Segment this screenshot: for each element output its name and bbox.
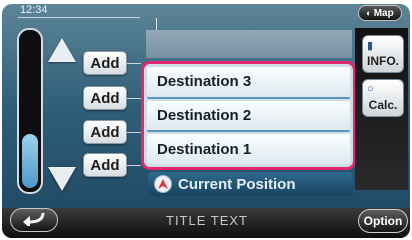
add-button-1[interactable]: Add [83,51,127,75]
map-icon: ◐ [366,8,372,18]
connector-line [127,63,141,64]
add-button-3[interactable]: Add [83,120,127,144]
calc-button[interactable]: ○ Calc. [362,79,404,117]
option-button[interactable]: Option [358,209,408,233]
current-position-button[interactable]: Current Position [148,172,353,196]
destination-row-3[interactable]: Destination 3 [147,67,350,99]
level-gauge [17,28,43,194]
calc-button-label: Calc. [368,98,398,112]
info-button-label: INFO. [367,54,399,68]
empty-list-row[interactable] [146,30,352,58]
add-button-4[interactable]: Add [83,153,127,177]
info-icon: ▮ [367,40,374,52]
status-time: 12:34 [20,4,48,16]
info-button[interactable]: ▮ INFO. [362,35,404,73]
add-button-2[interactable]: Add [83,86,127,110]
level-gauge-fill [22,134,38,188]
connector-line [127,132,141,133]
destination-list: Destination 3 Destination 2 Destination … [141,61,356,170]
title-text: TITLE TEXT [166,213,248,228]
back-button[interactable] [10,208,58,232]
current-position-label: Current Position [178,175,296,193]
destination-row-2[interactable]: Destination 2 [147,100,350,133]
down-arrow-icon[interactable] [48,167,76,191]
list-stub-line [156,18,157,30]
location-pin-icon [154,175,172,193]
connector-line [127,98,141,99]
map-button-label: Map [373,7,394,19]
calculator-icon: ○ [367,83,374,95]
up-arrow-icon[interactable] [48,38,76,62]
back-arrow-icon [20,210,48,231]
destination-row-1[interactable]: Destination 1 [147,134,350,165]
map-button[interactable]: ◐ Map [358,5,402,21]
connector-line [127,165,141,166]
status-line [18,17,140,18]
